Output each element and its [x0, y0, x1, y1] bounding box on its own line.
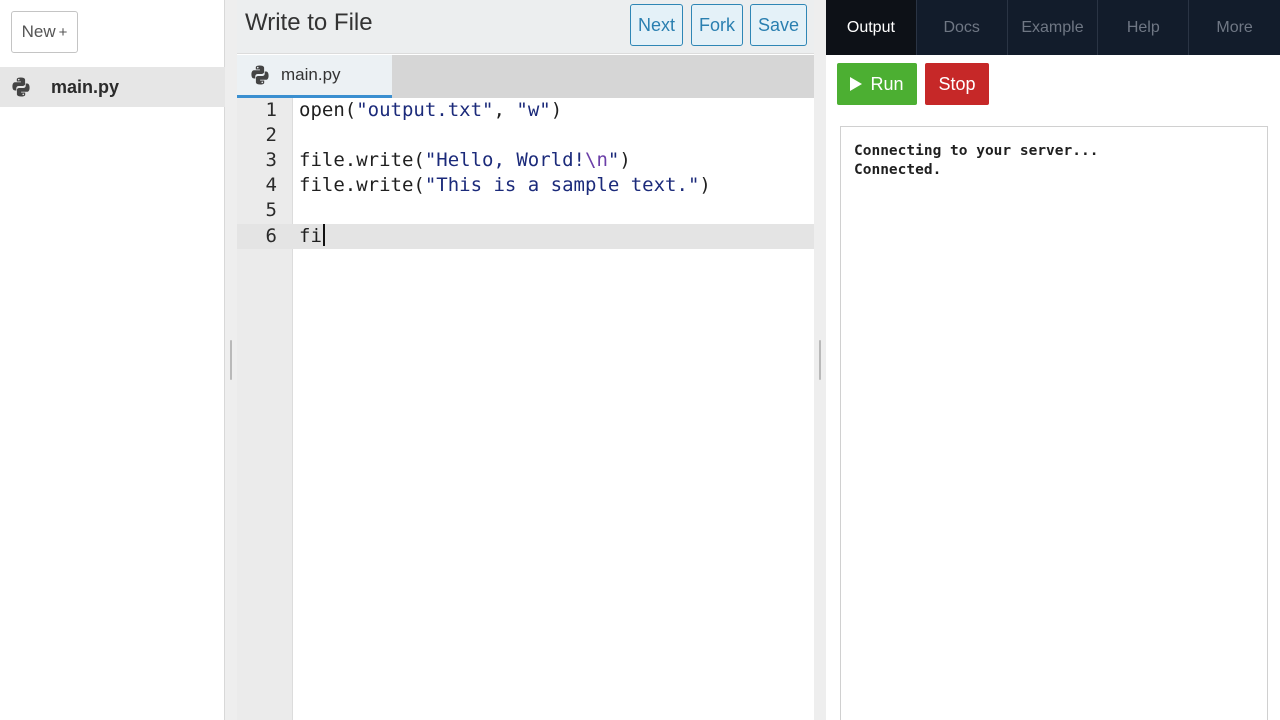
splitter-grip: [230, 340, 232, 380]
console-line: Connected.: [854, 162, 942, 178]
python-icon: [249, 64, 271, 86]
next-button[interactable]: Next: [630, 4, 683, 46]
code-text: file.write("This is a sample text."): [299, 174, 711, 196]
console-output[interactable]: Connecting to your server... Connected.: [840, 126, 1268, 720]
tab-more[interactable]: More: [1189, 0, 1280, 55]
file-name: main.py: [51, 76, 120, 97]
file-item-main-py[interactable]: main.py: [0, 67, 225, 107]
line-number: 3: [265, 149, 277, 171]
line-number: 2: [265, 124, 277, 146]
sidebar-splitter[interactable]: [225, 0, 237, 720]
code-text: fi: [299, 224, 325, 249]
text-cursor: [322, 224, 325, 246]
code-text: open("output.txt", "w"): [299, 99, 563, 121]
splitter-grip: [819, 340, 821, 380]
line-number: 6: [265, 225, 277, 247]
console-line: Connecting to your server...: [854, 143, 1099, 159]
tab-help[interactable]: Help: [1098, 0, 1190, 55]
output-panel: Output Docs Example Help More Run Stop C…: [826, 0, 1280, 720]
new-file-button[interactable]: New +: [11, 11, 78, 53]
python-icon: [10, 76, 32, 98]
save-button[interactable]: Save: [750, 4, 807, 46]
plus-icon: +: [58, 23, 68, 41]
tab-main-py[interactable]: main.py: [237, 55, 392, 98]
editor-panel: Write to File Next Fork Save main.py 1 o…: [237, 0, 814, 720]
new-file-label: New: [21, 22, 56, 41]
code-text: file.write("Hello, World!\n"): [299, 149, 631, 171]
line-number: 1: [265, 99, 277, 121]
tab-output[interactable]: Output: [826, 0, 917, 55]
code-line-active[interactable]: 6 fi: [237, 224, 814, 249]
code-line[interactable]: 4 file.write("This is a sample text."): [237, 173, 814, 198]
code-line[interactable]: 5: [237, 198, 814, 223]
play-icon: [850, 77, 863, 91]
code-line[interactable]: 1 open("output.txt", "w"): [237, 98, 814, 123]
code-editor[interactable]: 1 open("output.txt", "w") 2 3 file.write…: [237, 98, 814, 720]
tab-label: main.py: [281, 65, 341, 84]
run-button[interactable]: Run: [837, 63, 917, 105]
page-title: Write to File: [245, 9, 373, 36]
editor-splitter[interactable]: [814, 0, 826, 720]
code-line[interactable]: 3 file.write("Hello, World!\n"): [237, 148, 814, 173]
code-line[interactable]: 2: [237, 123, 814, 148]
editor-tab-strip: main.py: [237, 55, 814, 98]
output-tab-bar: Output Docs Example Help More: [826, 0, 1280, 55]
line-number: 4: [265, 174, 277, 196]
fork-button[interactable]: Fork: [691, 4, 743, 46]
tab-docs[interactable]: Docs: [917, 0, 1008, 55]
file-sidebar: New + main.py: [0, 0, 225, 720]
run-label: Run: [870, 73, 904, 94]
tab-example[interactable]: Example: [1008, 0, 1099, 55]
editor-header: Write to File Next Fork Save: [237, 0, 814, 54]
stop-button[interactable]: Stop: [925, 63, 989, 105]
line-number: 5: [265, 199, 277, 221]
